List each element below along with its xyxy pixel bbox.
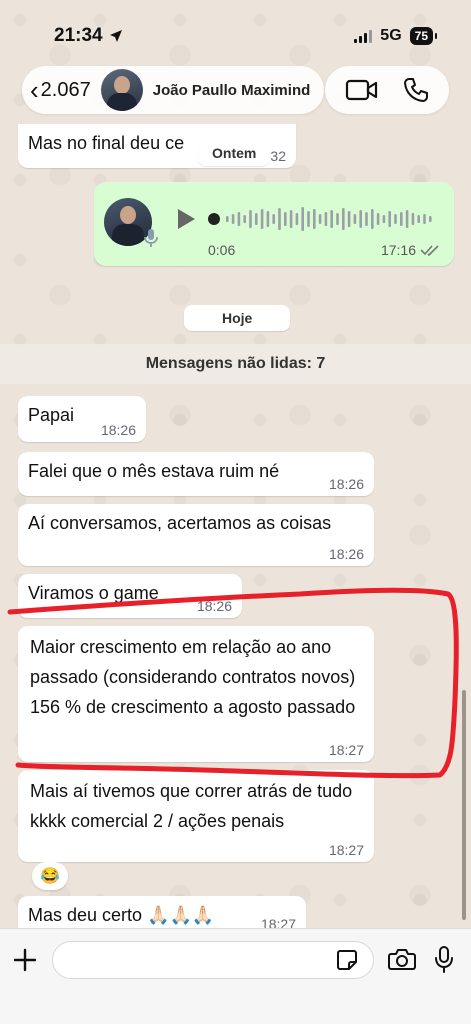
status-time: 21:34 — [54, 25, 123, 47]
waveform-bar — [301, 207, 304, 231]
date-pill-today: Hoje — [184, 305, 291, 331]
waveform-bar — [324, 212, 328, 226]
message-time: 32 — [270, 148, 286, 164]
call-actions — [325, 66, 449, 114]
waveform-bar — [295, 213, 299, 225]
message-bubble[interactable]: Maior crescimento em relação ao ano pass… — [18, 626, 374, 762]
message-bubble[interactable]: Viramos o game 18:26 — [18, 574, 242, 618]
message-input[interactable] — [52, 941, 374, 979]
chat-header: ‹ 2.067 João Paullo Maximind — [0, 64, 471, 116]
waveform-bar — [429, 216, 432, 222]
message-time: 18:26 — [100, 422, 136, 438]
waveform-bar — [266, 211, 270, 227]
message-text: Papai — [28, 405, 75, 425]
camera-icon[interactable] — [388, 947, 416, 971]
plus-icon[interactable] — [12, 947, 38, 973]
scrollbar[interactable] — [462, 690, 466, 920]
waveform-bar — [405, 210, 409, 228]
waveform-bar — [365, 212, 368, 226]
waveform-bar — [231, 214, 235, 224]
composer-bar — [0, 928, 471, 1024]
double-check-icon — [420, 245, 439, 256]
waveform-bar — [243, 215, 246, 223]
waveform-bar — [272, 214, 275, 224]
waveform-bar — [313, 209, 316, 229]
unread-banner-text: Mensagens não lidas: 7 — [145, 355, 326, 372]
back-button[interactable]: ‹ 2.067 — [30, 77, 91, 103]
voice-call-button[interactable] — [403, 77, 429, 103]
phone-icon — [404, 78, 428, 102]
message-time: 18:26 — [196, 598, 232, 614]
waveform-bar — [284, 212, 287, 226]
reaction-badge[interactable]: 😂 — [32, 862, 68, 890]
waveform-bar — [260, 209, 264, 229]
waveform-bar — [278, 208, 281, 230]
clock: 21:34 — [54, 25, 103, 46]
unread-count: 2.067 — [40, 78, 91, 101]
waveform-bar — [249, 210, 252, 228]
video-camera-icon — [345, 79, 378, 101]
message-bubble[interactable]: Falei que o mês estava ruim né 18:26 — [18, 452, 374, 496]
waveform-bar — [347, 211, 351, 227]
waveform-bar — [394, 214, 397, 224]
microphone-icon — [144, 229, 158, 247]
play-icon[interactable] — [176, 208, 196, 230]
message-text: Viramos o game — [28, 583, 159, 603]
waveform-bar — [423, 214, 426, 224]
date-pill-yesterday: Ontem — [198, 140, 271, 166]
waveform-bar — [336, 213, 339, 225]
microphone-icon[interactable] — [434, 945, 454, 973]
voice-time: 17:16 — [381, 242, 440, 258]
chevron-left-icon: ‹ — [30, 75, 39, 105]
unread-banner: Mensagens não lidas: 7 — [0, 344, 471, 384]
waveform-bar — [307, 211, 310, 227]
message-text: Mas deu certo 🙏🏻🙏🏻🙏🏻 — [28, 905, 215, 925]
waveform-bar — [417, 215, 420, 223]
battery-icon: 75 — [409, 27, 438, 45]
message-text: Aí conversamos, acertamos as coisas — [28, 513, 332, 533]
waveform-bar — [353, 214, 357, 224]
date-label: Hoje — [222, 310, 253, 326]
message-bubble[interactable]: Papai 18:26 — [18, 396, 146, 442]
waveform-bar — [289, 210, 293, 228]
waveform-bar — [376, 213, 380, 225]
status-bar: 21:34 5G 75 — [0, 0, 471, 60]
contact-name[interactable]: João Paullo Maximind — [153, 82, 311, 99]
message-text: Falei que o mês estava ruim né — [28, 461, 280, 481]
waveform-bar — [388, 211, 391, 227]
message-bubble[interactable]: Mais aí tivemos que correr atrás de tudo… — [18, 770, 374, 862]
waveform-bar — [226, 216, 229, 222]
waveform-bar — [400, 212, 403, 226]
message-text: Mas no final deu ce — [28, 133, 185, 153]
message-text: Mais aí tivemos que correr atrás de tudo… — [30, 781, 353, 831]
waveform-bar — [318, 214, 322, 224]
message-time: 18:26 — [328, 476, 364, 492]
voice-duration: 0:06 — [208, 242, 236, 258]
waveform-bar — [382, 215, 386, 223]
waveform-bar — [237, 212, 241, 226]
date-label: Ontem — [212, 145, 257, 161]
message-text: Maior crescimento em relação ao ano pass… — [30, 637, 356, 717]
avatar[interactable] — [100, 69, 143, 111]
message-time: 18:26 — [328, 546, 364, 562]
waveform-bar — [359, 210, 362, 228]
waveform-bar — [411, 213, 415, 225]
voice-timestamp: 17:16 — [380, 242, 416, 258]
sticker-icon[interactable] — [336, 949, 358, 971]
video-call-button[interactable] — [345, 78, 379, 102]
waveform[interactable] — [208, 204, 440, 234]
location-arrow-icon — [109, 30, 122, 42]
message-time: 18:27 — [328, 742, 364, 758]
message-bubble[interactable]: Aí conversamos, acertamos as coisas 18:2… — [18, 504, 374, 566]
waveform-bar — [371, 209, 374, 229]
message-time: 18:27 — [328, 842, 364, 858]
waveform-bar — [330, 210, 333, 228]
waveform-bar — [255, 213, 258, 225]
signal-icon — [354, 29, 373, 43]
waveform-bar — [342, 208, 345, 230]
contact-pill[interactable]: ‹ 2.067 João Paullo Maximind — [22, 66, 325, 114]
reaction-emoji: 😂 — [40, 868, 60, 885]
voice-message-bubble[interactable]: 0:06 17:16 — [94, 182, 454, 266]
network-type: 5G — [380, 27, 402, 44]
